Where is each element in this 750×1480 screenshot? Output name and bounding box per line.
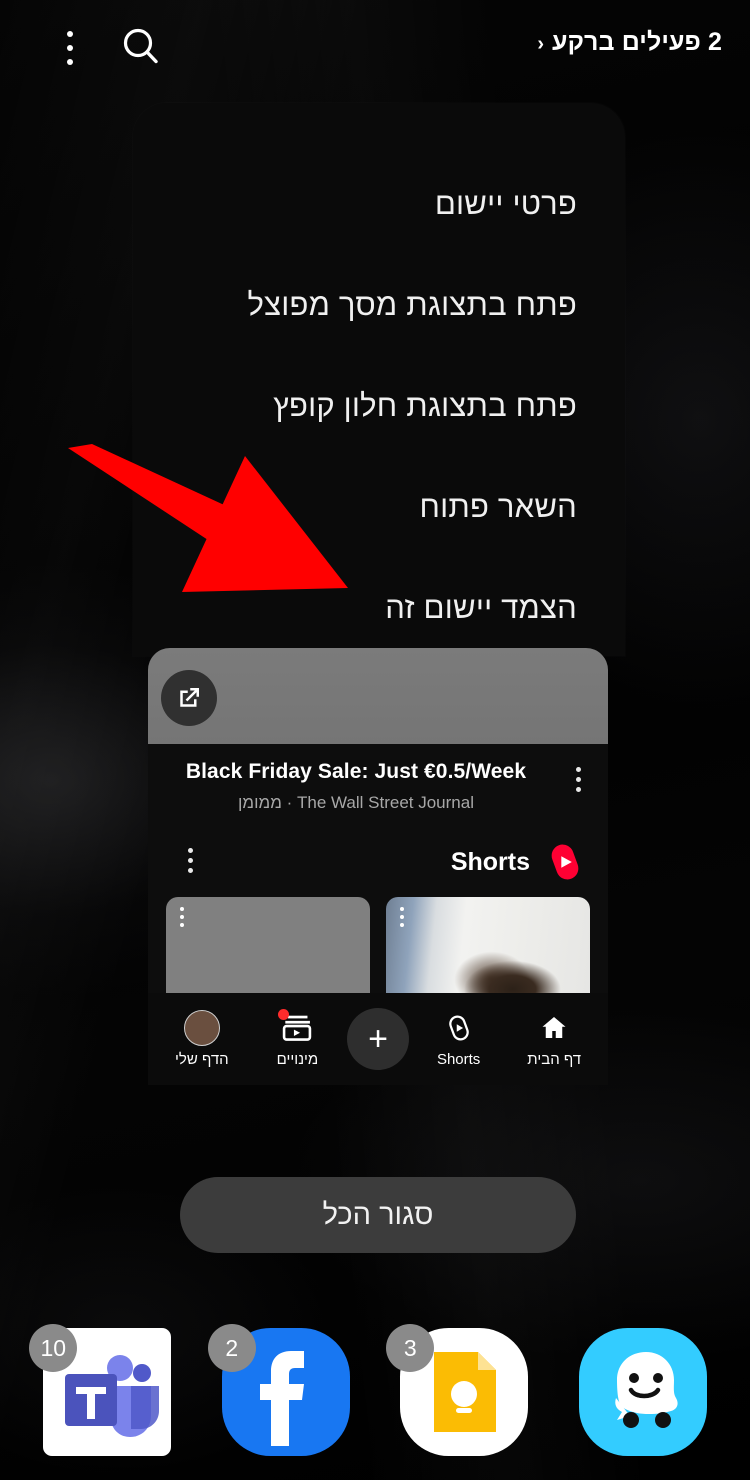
notification-dot xyxy=(278,1008,290,1020)
nav-label: מינויים xyxy=(276,1050,319,1068)
menu-item-label: השאר פתוח xyxy=(419,488,577,524)
shorts-thumbnail-placeholder[interactable] xyxy=(166,897,370,993)
nav-you[interactable]: הדף שלי xyxy=(156,1009,248,1068)
home-icon xyxy=(539,1011,569,1045)
external-link-icon[interactable] xyxy=(161,670,217,726)
menu-item-pin-this-app[interactable]: הצמד יישום זה xyxy=(133,557,625,656)
ad-more-vert-icon[interactable] xyxy=(548,760,608,792)
waze-icon xyxy=(578,1328,707,1456)
menu-item-keep-open[interactable]: השאר פתוח xyxy=(133,456,625,557)
subscriptions-icon xyxy=(278,1008,313,1045)
nav-label: Shorts xyxy=(436,1050,481,1068)
shorts-title: Shorts xyxy=(450,847,530,876)
notification-badge: 2 xyxy=(207,1324,256,1372)
close-all-button[interactable]: סגור הכל xyxy=(180,1177,576,1253)
app-card-cover xyxy=(148,648,608,744)
recents-top-bar: 2 פעילים ברקע ‹ xyxy=(0,0,750,96)
youtube-bottom-nav: דף הבית Shorts + מינויים הדף שלי xyxy=(148,993,608,1085)
notification-badge: 3 xyxy=(386,1324,435,1372)
nav-subscriptions[interactable]: מינויים xyxy=(251,1008,343,1068)
phone-screen: 2 פעילים ברקע ‹ פרטי יישום פתח בתצוגת מס… xyxy=(0,0,750,1480)
avatar xyxy=(183,1009,220,1046)
thumbnail-more-vert-icon[interactable] xyxy=(180,907,184,927)
shorts-section-header: Shorts xyxy=(148,823,608,893)
shorts-more-vert-icon[interactable] xyxy=(160,841,220,873)
background-apps-label: 2 פעילים ברקע xyxy=(552,28,722,56)
dock-app-google-keep[interactable]: 3 xyxy=(386,1324,529,1456)
thumbnail-more-vert-icon[interactable] xyxy=(400,907,404,927)
menu-item-open-split-screen[interactable]: פתח בתצוגת מסך מפוצל xyxy=(133,254,625,355)
menu-item-app-info[interactable]: פרטי יישום xyxy=(133,153,625,254)
nav-shorts[interactable]: Shorts xyxy=(413,1011,505,1068)
dock-app-microsoft-teams[interactable]: 10 xyxy=(29,1324,172,1456)
ad-row[interactable]: Black Friday Sale: Just €0.5/Week The Wa… xyxy=(148,744,608,823)
menu-item-open-popup-window[interactable]: פתח בתצוגת חלון קופץ xyxy=(133,355,625,456)
more-vert-icon[interactable] xyxy=(56,28,84,68)
dock-app-facebook[interactable]: 2 xyxy=(207,1324,350,1456)
avatar-icon xyxy=(183,1009,220,1046)
background-apps-indicator[interactable]: 2 פעילים ברקע ‹ xyxy=(537,28,722,57)
close-all-label: סגור הכל xyxy=(322,1198,434,1231)
menu-item-label: פתח בתצוגת מסך מפוצל xyxy=(247,286,577,322)
ad-texts: Black Friday Sale: Just €0.5/Week The Wa… xyxy=(148,760,548,813)
dock-app-waze[interactable] xyxy=(578,1328,707,1456)
youtube-shorts-icon xyxy=(544,841,586,883)
ad-title: Black Friday Sale: Just €0.5/Week xyxy=(185,760,527,783)
recent-app-card-youtube[interactable]: Black Friday Sale: Just €0.5/Week The Wa… xyxy=(148,648,608,1085)
app-context-menu: פרטי יישום פתח בתצוגת מסך מפוצל פתח בתצו… xyxy=(133,103,625,656)
notification-badge: 10 xyxy=(29,1324,78,1372)
ad-subtitle: The Wall Street Journal · ממומן xyxy=(238,793,474,812)
shorts-thumbnail-person[interactable] xyxy=(386,897,590,993)
nav-label: הדף שלי xyxy=(174,1050,229,1068)
menu-item-label: פרטי יישום xyxy=(434,185,577,221)
home-dock: 3 2 10 xyxy=(0,1310,750,1480)
menu-item-label: פתח בתצוגת חלון קופץ xyxy=(273,387,577,423)
nav-create-button[interactable]: + xyxy=(347,1008,410,1070)
search-icon[interactable] xyxy=(118,24,164,70)
menu-item-label: הצמד יישום זה xyxy=(385,589,577,625)
nav-home[interactable]: דף הבית xyxy=(508,1011,600,1068)
shorts-thumbnail-row xyxy=(148,893,608,993)
nav-label: דף הבית xyxy=(527,1050,582,1068)
shorts-icon xyxy=(444,1011,474,1045)
chevron-left-icon: ‹ xyxy=(537,32,545,55)
plus-icon: + xyxy=(368,1020,388,1058)
